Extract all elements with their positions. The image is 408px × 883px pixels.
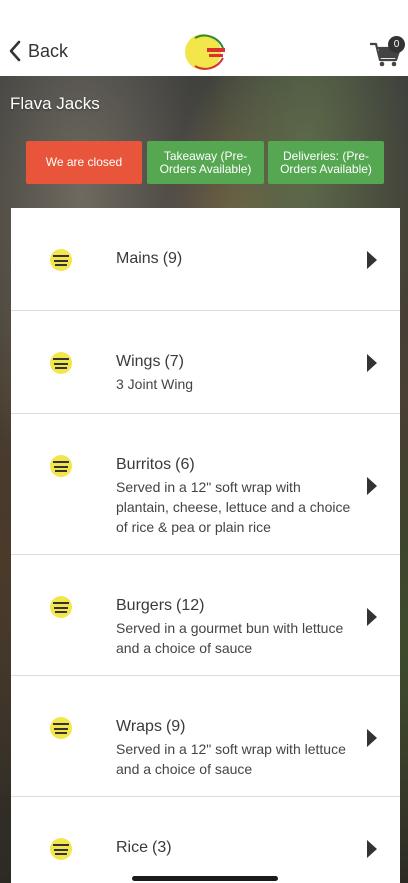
category-row-burgers[interactable]: Burgers (12) Served in a gourmet bun with…	[11, 555, 400, 676]
caret-right-icon	[367, 354, 377, 372]
venue-name: Flava Jacks	[10, 94, 100, 113]
caret-right-icon	[367, 840, 377, 858]
category-name: Mains	[116, 250, 159, 267]
category-row-rice[interactable]: Rice (3)	[11, 797, 400, 883]
category-row-burritos[interactable]: Burritos (6) Served in a 12" soft wrap wi…	[11, 414, 400, 555]
category-count: (7)	[164, 353, 185, 370]
category-logo-icon	[50, 717, 72, 739]
chevron-left-icon	[9, 40, 21, 62]
category-row-wings[interactable]: Wings (7) 3 Joint Wing	[11, 311, 400, 414]
caret-right-icon	[367, 729, 377, 747]
category-name: Wraps	[116, 718, 162, 735]
caret-right-icon	[367, 608, 377, 626]
category-logo-icon	[50, 249, 72, 271]
category-name: Burritos	[116, 456, 172, 473]
category-description: Served in a gourmet bun with lettuce and…	[116, 620, 344, 656]
category-description: Served in a 12" soft wrap with plantain,…	[116, 479, 351, 535]
top-bar: Back 0	[0, 0, 408, 76]
category-count: (12)	[176, 597, 205, 614]
takeaway-status-badge: Takeaway (Pre-Orders Available)	[147, 141, 264, 184]
category-row-wraps[interactable]: Wraps (9) Served in a 12" soft wrap with …	[11, 676, 400, 797]
category-row-mains[interactable]: Mains (9)	[11, 208, 400, 311]
caret-right-icon	[367, 477, 377, 495]
category-title: Rice (3)	[116, 838, 356, 858]
back-label: Back	[28, 40, 69, 61]
category-description: 3 Joint Wing	[116, 376, 194, 392]
category-title: Wings (7)	[116, 352, 356, 372]
category-name: Rice	[116, 839, 149, 856]
category-count: (9)	[165, 718, 186, 735]
closed-status-badge: We are closed	[26, 141, 142, 184]
category-count: (9)	[162, 250, 183, 267]
venue-logo	[185, 34, 225, 70]
category-count: (6)	[175, 456, 195, 473]
category-count: (3)	[152, 839, 172, 856]
category-description: Served in a 12" soft wrap with lettuce a…	[116, 741, 346, 777]
category-logo-icon	[50, 596, 72, 618]
category-logo-icon	[50, 455, 72, 477]
category-title: Burritos (6)	[116, 455, 356, 475]
delivery-status-badge: Deliveries: (Pre-Orders Available)	[268, 141, 384, 184]
caret-right-icon	[367, 251, 377, 269]
category-title: Mains (9)	[116, 249, 356, 269]
cart-count-badge: 0	[388, 36, 405, 53]
back-button[interactable]: Back	[8, 40, 68, 62]
category-title: Burgers (12)	[116, 596, 356, 616]
home-indicator	[132, 876, 278, 881]
category-logo-icon	[50, 352, 72, 374]
category-name: Wings	[116, 353, 161, 370]
category-title: Wraps (9)	[116, 717, 356, 737]
category-name: Burgers	[116, 597, 173, 614]
category-logo-icon	[50, 838, 72, 860]
